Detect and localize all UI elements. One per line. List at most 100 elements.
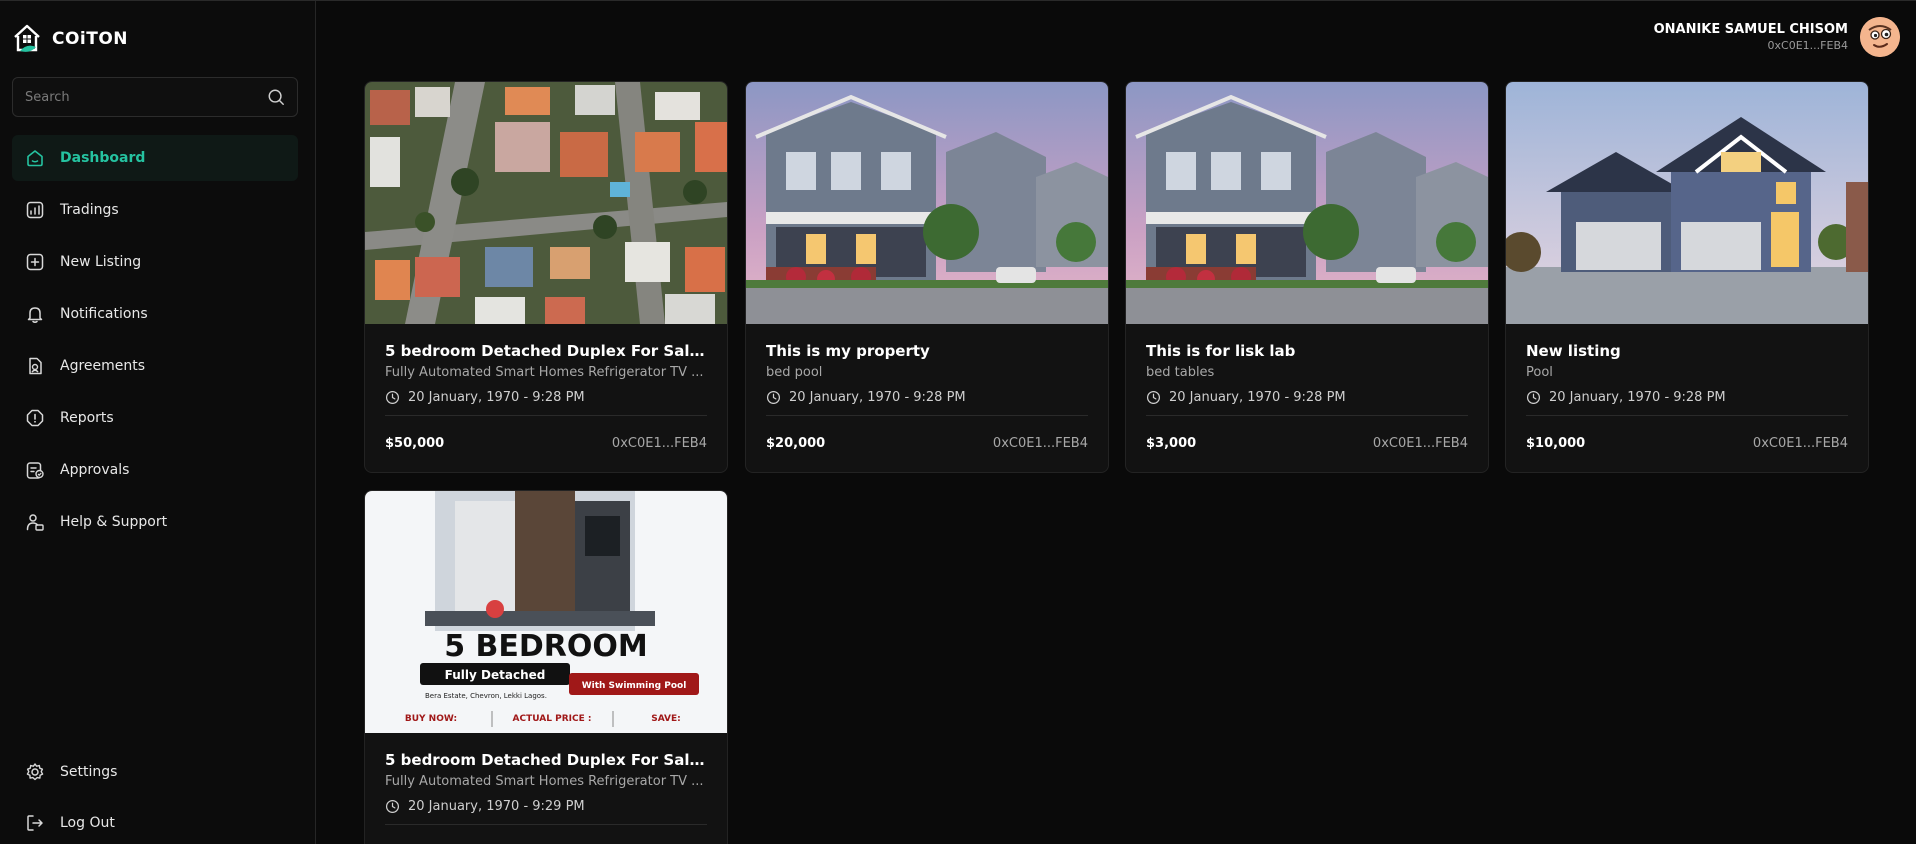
brand-name: COiTON: [52, 29, 129, 49]
listing-card[interactable]: This is my property bed pool 20 January,…: [745, 81, 1109, 473]
house-logo-icon: [14, 24, 40, 52]
clock-icon: [385, 799, 400, 814]
avatar[interactable]: [1860, 17, 1900, 57]
gear-icon: [24, 761, 46, 783]
listing-date-text: 20 January, 1970 - 9:28 PM: [408, 390, 585, 405]
sidebar-item-agreements[interactable]: Agreements: [12, 343, 298, 389]
logout-icon: [24, 812, 46, 834]
sidebar-item-label: Tradings: [60, 202, 119, 218]
listing-title: This is for lisk lab: [1146, 342, 1296, 360]
listing-title: 5 bedroom Detached Duplex For Sale B...: [385, 342, 707, 360]
listing-description: Fully Automated Smart Homes Refrigerator…: [385, 365, 704, 380]
listing-date: 20 January, 1970 - 9:28 PM: [385, 390, 707, 416]
listing-title: New listing: [1526, 342, 1621, 360]
sidebar: COiTON Dashboard Tradings: [0, 1, 316, 844]
listing-date-text: 20 January, 1970 - 9:29 PM: [408, 799, 585, 814]
brand-logo[interactable]: COiTON: [12, 23, 128, 55]
flyer-label: ACTUAL PRICE :: [513, 714, 592, 724]
listing-price: $20,000: [766, 436, 826, 451]
flyer-headline: 5 BEDROOM: [444, 629, 648, 664]
flyer-tag: With Swimming Pool: [582, 681, 687, 691]
sidebar-nav: Dashboard Tradings New Listing Notificat…: [12, 135, 298, 551]
search-icon[interactable]: [267, 88, 285, 106]
sidebar-item-help-support[interactable]: Help & Support: [12, 499, 298, 545]
clock-icon: [1146, 390, 1161, 405]
listing-date: 20 January, 1970 - 9:29 PM: [385, 799, 707, 825]
listing-title: 5 bedroom Detached Duplex For Sale B...: [385, 751, 707, 769]
listing-image: [1126, 82, 1488, 324]
sidebar-item-label: Approvals: [60, 462, 130, 478]
sidebar-item-tradings[interactable]: Tradings: [12, 187, 298, 233]
sidebar-item-label: New Listing: [60, 254, 142, 270]
avatar-face-icon: [1860, 17, 1900, 57]
sidebar-item-label: Settings: [60, 764, 118, 780]
chart-icon: [24, 199, 46, 221]
listing-description: Fully Automated Smart Homes Refrigerator…: [385, 774, 704, 789]
listing-date: 20 January, 1970 - 9:28 PM: [1526, 390, 1848, 416]
sidebar-bottom-nav: Settings Log Out: [12, 749, 298, 844]
search-input[interactable]: [25, 89, 267, 105]
sidebar-item-label: Dashboard: [60, 150, 146, 166]
listing-price: $50,000: [385, 436, 445, 451]
flyer-subheadline: Fully Detached: [445, 668, 546, 682]
bell-icon: [24, 303, 46, 325]
listing-image: [746, 82, 1108, 324]
sidebar-item-label: Reports: [60, 410, 114, 426]
flyer-location: Bera Estate, Chevron, Lekki Lagos.: [425, 692, 547, 700]
listing-image: 5 BEDROOM Fully Detached With Swimming P…: [365, 491, 727, 733]
listing-card[interactable]: This is for lisk lab bed tables 20 Janua…: [1125, 81, 1489, 473]
clock-icon: [1526, 390, 1541, 405]
listing-owner-address: 0xC0E1...FEB4: [1372, 436, 1468, 451]
clock-icon: [385, 390, 400, 405]
user-name: ONANIKE SAMUEL CHISOM: [1653, 22, 1848, 37]
plus-square-icon: [24, 251, 46, 273]
user-info: ONANIKE SAMUEL CHISOM 0xC0E1...FEB4: [1654, 22, 1848, 52]
street-houses-image: [746, 82, 1108, 324]
sidebar-item-notifications[interactable]: Notifications: [12, 291, 298, 337]
user-wallet-address: 0xC0E1...FEB4: [1767, 39, 1848, 52]
search-box[interactable]: [12, 77, 298, 117]
listing-owner-address: 0xC0E1...FEB4: [611, 436, 707, 451]
sidebar-item-reports[interactable]: Reports: [12, 395, 298, 441]
listing-date-text: 20 January, 1970 - 9:28 PM: [1549, 390, 1726, 405]
listing-date-text: 20 January, 1970 - 9:28 PM: [1169, 390, 1346, 405]
support-icon: [24, 511, 46, 533]
sidebar-item-label: Agreements: [60, 358, 146, 374]
listing-card[interactable]: New listing Pool 20 January, 1970 - 9:28…: [1505, 81, 1869, 473]
listing-description: bed tables: [1146, 365, 1215, 380]
listing-title: This is my property: [766, 342, 930, 360]
aerial-neighborhood-image: [365, 82, 727, 324]
clock-icon: [766, 390, 781, 405]
listing-price: $3,000: [1146, 436, 1197, 451]
listing-image: [1506, 82, 1868, 324]
sidebar-item-label: Log Out: [60, 815, 115, 831]
home-icon: [24, 147, 46, 169]
listing-price: $10,000: [1526, 436, 1586, 451]
listing-owner-address: 0xC0E1...FEB4: [1752, 436, 1848, 451]
listing-description: bed pool: [766, 365, 823, 380]
sidebar-item-approvals[interactable]: Approvals: [12, 447, 298, 493]
listing-image: [365, 82, 727, 324]
document-icon: [24, 355, 46, 377]
sidebar-item-dashboard[interactable]: Dashboard: [12, 135, 298, 181]
sidebar-item-new-listing[interactable]: New Listing: [12, 239, 298, 285]
app-root: COiTON Dashboard Tradings: [0, 0, 1916, 844]
sidebar-item-settings[interactable]: Settings: [12, 749, 298, 795]
flyer-label: BUY NOW:: [405, 714, 457, 724]
listing-date-text: 20 January, 1970 - 9:28 PM: [789, 390, 966, 405]
listing-owner-address: 0xC0E1...FEB4: [992, 436, 1088, 451]
flyer-label: SAVE:: [651, 714, 681, 724]
sidebar-item-label: Help & Support: [60, 514, 168, 530]
listing-card[interactable]: 5 bedroom Detached Duplex For Sale B... …: [364, 81, 728, 473]
approval-icon: [24, 459, 46, 481]
listing-card[interactable]: 5 BEDROOM Fully Detached With Swimming P…: [364, 490, 728, 844]
warning-icon: [24, 407, 46, 429]
flyer-image: 5 BEDROOM Fully Detached With Swimming P…: [365, 491, 727, 733]
street-houses-image: [1126, 82, 1488, 324]
listing-date: 20 January, 1970 - 9:28 PM: [1146, 390, 1468, 416]
user-profile[interactable]: ONANIKE SAMUEL CHISOM 0xC0E1...FEB4: [1654, 17, 1900, 57]
listing-date: 20 January, 1970 - 9:28 PM: [766, 390, 1088, 416]
modern-house-image: [1506, 82, 1868, 324]
sidebar-item-label: Notifications: [60, 306, 148, 322]
sidebar-item-logout[interactable]: Log Out: [12, 800, 298, 844]
